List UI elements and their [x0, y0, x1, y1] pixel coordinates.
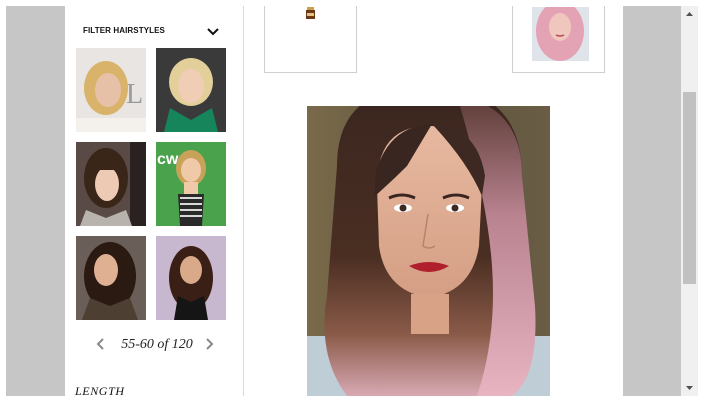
related-hairstyle-card[interactable]: [512, 6, 605, 73]
hairstyle-portrait-image: [307, 106, 550, 396]
svg-text:L: L: [126, 79, 143, 110]
main-content: [244, 6, 623, 396]
hairstyle-thumb-1[interactable]: L: [76, 48, 146, 132]
product-bottle-icon: [305, 6, 316, 19]
filter-title: FILTER HAIRSTYLES: [83, 26, 165, 35]
hairstyle-thumb-3[interactable]: [76, 142, 146, 226]
pink-hair-thumbnail: [532, 7, 589, 61]
product-card[interactable]: [264, 6, 357, 73]
page-bottom-edge: [0, 396, 710, 414]
filter-sidebar: FILTER HAIRSTYLES L cw 55-60 of 120 LENG…: [65, 6, 243, 396]
vertical-scrollbar[interactable]: [681, 6, 698, 396]
svg-text:cw: cw: [157, 151, 179, 168]
hairstyle-thumb-6[interactable]: [156, 236, 226, 320]
chevron-right-icon[interactable]: [203, 337, 215, 351]
pagination-label: 55-60 of 120: [121, 337, 193, 352]
left-margin-background: [6, 6, 65, 396]
right-margin-background: [623, 6, 681, 396]
scrollbar-thumb[interactable]: [683, 92, 696, 284]
hairstyle-thumb-2[interactable]: [156, 48, 226, 132]
chevron-left-icon[interactable]: [95, 337, 107, 351]
hairstyle-thumb-4[interactable]: cw: [156, 142, 226, 226]
filter-header[interactable]: FILTER HAIRSTYLES: [83, 24, 223, 40]
pagination: 55-60 of 120: [95, 335, 215, 357]
scroll-up-arrow-icon[interactable]: [681, 6, 698, 23]
length-filter-heading: LENGTH: [75, 384, 125, 396]
scroll-down-arrow-icon[interactable]: [681, 379, 698, 396]
hairstyle-thumb-5[interactable]: [76, 236, 146, 320]
chevron-down-icon[interactable]: [206, 25, 220, 37]
